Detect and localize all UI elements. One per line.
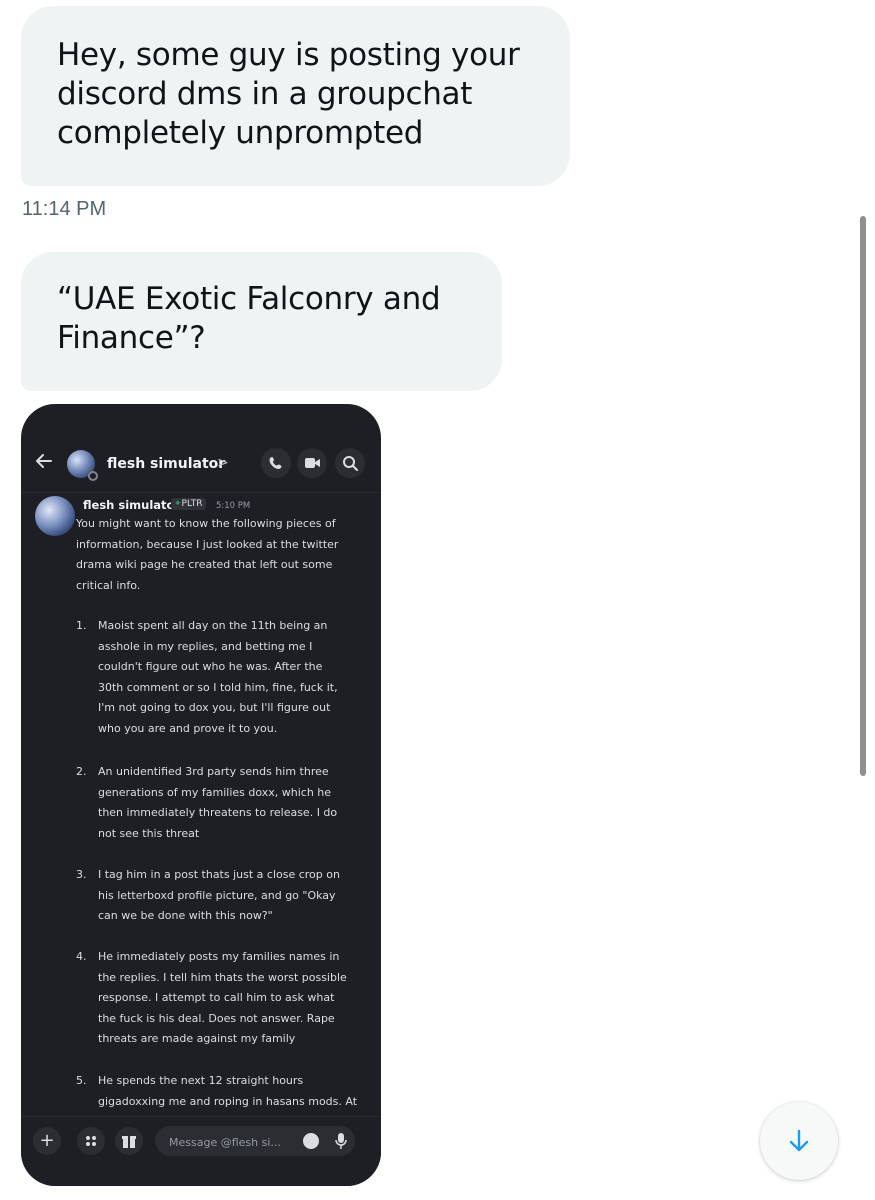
list-item: 3. I tag him in a post thats just a clos… bbox=[76, 865, 366, 927]
message-timestamp: 11:14 PM bbox=[22, 198, 107, 220]
text-line: I'm not going to dox you, but I'll figur… bbox=[98, 701, 331, 714]
channel-avatar bbox=[67, 450, 98, 481]
list-number: 1. bbox=[76, 619, 87, 632]
scrollbar[interactable] bbox=[860, 216, 866, 776]
text-line: critical info. bbox=[76, 578, 141, 592]
text-line: He spends the next 12 straight hours bbox=[98, 1074, 304, 1087]
list-item: 5. He spends the next 12 straight hours … bbox=[76, 1071, 366, 1112]
text-line: can we be done with this now?" bbox=[98, 909, 273, 922]
list-number: 2. bbox=[76, 765, 87, 778]
message-intro: You might want to know the following pie… bbox=[76, 514, 376, 596]
text-line: An unidentified 3rd party sends him thre… bbox=[98, 765, 329, 778]
text-line: Maoist spent all day on the 11th being a… bbox=[98, 619, 328, 632]
text-line: information, because I just looked at th… bbox=[76, 537, 339, 551]
text-line: threats are made against my family bbox=[98, 1032, 296, 1045]
tag-icon: ✦ bbox=[174, 499, 182, 509]
text-line: the fuck is his deal. Does not answer. R… bbox=[98, 1011, 335, 1025]
text-line: asshole in my replies, and betting me I bbox=[98, 639, 313, 653]
text-line: gigadoxxing me and roping in hasans mods… bbox=[98, 1094, 358, 1108]
text-line: not see this threat bbox=[98, 826, 200, 840]
text-line: who you are and prove it to you. bbox=[98, 721, 278, 735]
attached-image[interactable]: flesh simulator > flesh simulator ✦PLTR … bbox=[21, 404, 381, 1186]
text-line: He immediately posts my families names i… bbox=[98, 950, 340, 963]
microphone-icon bbox=[335, 1133, 347, 1149]
discord-header bbox=[21, 404, 381, 493]
message-line: discord dms in a groupchat bbox=[57, 76, 473, 112]
back-arrow-icon bbox=[36, 454, 52, 468]
list-number: 5. bbox=[76, 1074, 87, 1087]
message-line: completely unprompted bbox=[57, 115, 424, 151]
message-input-field bbox=[155, 1126, 355, 1158]
status-indicator bbox=[88, 471, 98, 481]
author-avatar bbox=[35, 496, 75, 536]
video-call-icon bbox=[297, 448, 327, 478]
search-icon bbox=[335, 448, 365, 478]
chevron-right-icon: > bbox=[217, 455, 229, 471]
plus-icon: + bbox=[33, 1127, 61, 1155]
scroll-to-bottom-button[interactable] bbox=[760, 1102, 838, 1180]
text-line: response. I attempt to call him to ask w… bbox=[98, 991, 335, 1004]
channel-name: flesh simulator bbox=[107, 456, 226, 472]
author-name: flesh simulator bbox=[83, 498, 181, 512]
list-number: 3. bbox=[76, 868, 87, 881]
text-line: then immediately threatens to release. I… bbox=[98, 806, 338, 819]
gift-icon bbox=[115, 1127, 143, 1155]
text-line: the replies. I tell him thats the worst … bbox=[98, 970, 347, 984]
message-time: 5:10 PM bbox=[216, 501, 251, 511]
message-bubble-incoming[interactable]: “UAE Exotic Falconry and Finance”? bbox=[21, 252, 502, 391]
text-line: drama wiki page he created that left out… bbox=[76, 558, 333, 571]
message-input bbox=[167, 1126, 301, 1158]
text-line: You might want to know the following pie… bbox=[76, 517, 336, 530]
list-item: 1. Maoist spent all day on the 11th bein… bbox=[76, 616, 366, 739]
arrow-down-icon bbox=[789, 1129, 809, 1152]
emoji-icon bbox=[303, 1133, 319, 1149]
apps-icon bbox=[77, 1127, 105, 1155]
text-line: generations of my families doxx, which h… bbox=[98, 785, 332, 799]
message-line: “UAE Exotic Falconry and bbox=[57, 281, 441, 317]
phone-call-icon bbox=[261, 448, 291, 478]
message-line: Finance”? bbox=[57, 320, 206, 356]
server-tag: ✦PLTR bbox=[171, 498, 206, 510]
tag-label: PLTR bbox=[181, 499, 203, 509]
text-line: couldn't figure out who he was. After th… bbox=[98, 660, 323, 673]
text-line: 30th comment or so I told him, fine, fuc… bbox=[98, 680, 338, 694]
list-item: 4. He immediately posts my families name… bbox=[76, 947, 366, 1050]
message-bubble-incoming[interactable]: Hey, some guy is posting your discord dm… bbox=[21, 6, 570, 186]
list-item: 2. An unidentified 3rd party sends him t… bbox=[76, 762, 366, 844]
list-number: 4. bbox=[76, 950, 87, 963]
message-line: Hey, some guy is posting your bbox=[57, 37, 520, 73]
text-line: I tag him in a post thats just a close c… bbox=[98, 868, 340, 881]
text-line: his letterboxd profile picture, and go "… bbox=[98, 888, 336, 902]
